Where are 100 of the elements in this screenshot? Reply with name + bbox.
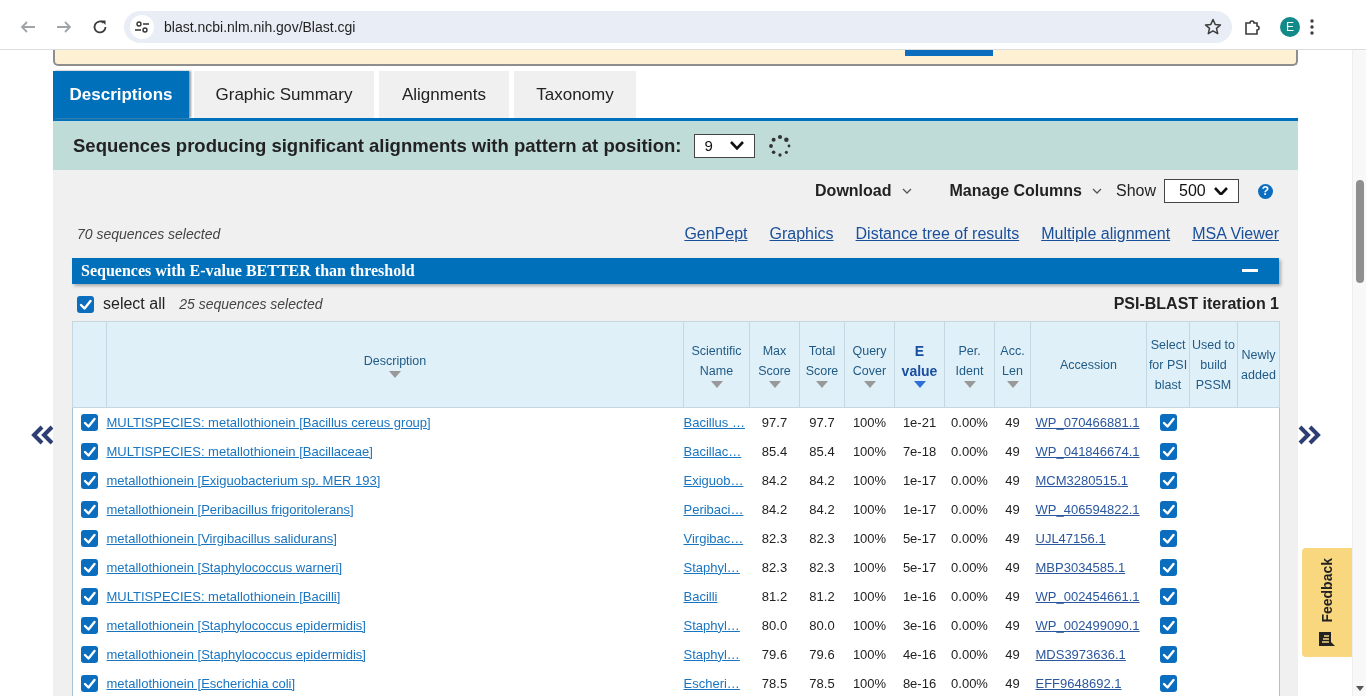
species-link[interactable]: Staphyl… bbox=[683, 617, 740, 633]
species-link[interactable]: Bacillus … bbox=[683, 414, 745, 430]
table-cell: 0.00% bbox=[951, 472, 988, 488]
puzzle-icon[interactable] bbox=[1244, 17, 1262, 36]
chevron-down-icon bbox=[729, 141, 744, 150]
tab[interactable]: Alignments bbox=[379, 71, 509, 118]
table-cell: 0.00% bbox=[951, 617, 988, 633]
accession-link[interactable]: WP_041846674.1 bbox=[1030, 443, 1147, 459]
feedback-button[interactable]: Feedback bbox=[1301, 548, 1353, 657]
column-header: Newly added bbox=[1237, 321, 1280, 408]
accession-link[interactable]: MCM3280515.1 bbox=[1030, 472, 1147, 488]
species-link[interactable]: Exiguob… bbox=[683, 472, 744, 488]
description-link[interactable]: metallothionein [Staphylococcus epidermidis] bbox=[106, 617, 366, 633]
checkbox[interactable] bbox=[81, 471, 99, 489]
checkbox[interactable] bbox=[81, 529, 99, 547]
site-settings-icon[interactable] bbox=[130, 14, 154, 39]
checkbox[interactable] bbox=[81, 500, 99, 518]
checkbox[interactable] bbox=[1159, 558, 1177, 576]
checkbox[interactable] bbox=[1159, 616, 1177, 634]
table-cell: 49 bbox=[1005, 675, 1020, 691]
column-header[interactable]: Total Score bbox=[799, 321, 845, 408]
species-link[interactable]: Virgibac… bbox=[683, 530, 744, 546]
checkbox[interactable] bbox=[81, 442, 99, 460]
species-link[interactable]: Bacillac… bbox=[683, 443, 742, 459]
link[interactable]: GenPept bbox=[684, 225, 748, 243]
description-link[interactable]: metallothionein [Escherichia coli] bbox=[106, 675, 296, 691]
checkbox[interactable] bbox=[81, 616, 99, 634]
table-cell: 49 bbox=[1005, 443, 1020, 459]
collapse-icon[interactable] bbox=[1242, 269, 1258, 273]
accession-link[interactable]: WP_070466881.1 bbox=[1030, 414, 1147, 430]
table-cell: 100% bbox=[852, 559, 887, 575]
description-link[interactable]: metallothionein [Staphylococcus warneri] bbox=[106, 559, 343, 575]
accession-link[interactable]: MDS3973636.1 bbox=[1030, 646, 1147, 662]
checkbox[interactable] bbox=[81, 413, 99, 431]
accession-link[interactable]: WP_002499090.1 bbox=[1030, 617, 1147, 633]
help-icon[interactable]: ? bbox=[1258, 183, 1273, 199]
checkbox[interactable] bbox=[1159, 645, 1177, 663]
link[interactable]: Multiple alignment bbox=[1041, 225, 1171, 243]
double-chevron-left-icon[interactable] bbox=[30, 424, 56, 446]
checkbox[interactable] bbox=[1159, 471, 1177, 489]
checkbox[interactable] bbox=[81, 587, 99, 605]
column-header[interactable]: Scientific Name bbox=[683, 321, 750, 408]
table-cell: 100% bbox=[852, 443, 887, 459]
table-cell: 49 bbox=[1005, 414, 1020, 430]
reload-icon[interactable] bbox=[92, 18, 108, 35]
checkbox[interactable] bbox=[1159, 500, 1177, 518]
accession-link[interactable]: WP_406594822.1 bbox=[1030, 501, 1147, 517]
checkbox[interactable] bbox=[81, 645, 99, 663]
link[interactable]: Distance tree of results bbox=[855, 225, 1020, 243]
show-label: Show bbox=[1115, 182, 1156, 200]
table-cell: 82.3 bbox=[761, 559, 788, 575]
column-header: Select for PSI blast bbox=[1146, 321, 1190, 408]
page-size-select[interactable]: 500 bbox=[1164, 179, 1239, 203]
download-menu[interactable]: Download bbox=[815, 182, 912, 200]
column-header[interactable]: Per. Ident bbox=[944, 321, 995, 408]
species-link[interactable]: Bacilli bbox=[683, 588, 718, 604]
description-link[interactable]: metallothionein [Peribacillus frigoritolerans] bbox=[106, 501, 354, 517]
column-header[interactable]: Description bbox=[106, 321, 684, 408]
feedback-icon bbox=[1319, 631, 1335, 646]
column-header[interactable]: Query Cover bbox=[844, 321, 895, 408]
accession-link[interactable]: MBP3034585.1 bbox=[1030, 559, 1147, 575]
column-header[interactable]: Max Score bbox=[749, 321, 800, 408]
tab[interactable]: Graphic Summary bbox=[194, 71, 374, 118]
description-link[interactable]: MULTISPECIES: metallothionein [Bacilli] bbox=[106, 588, 341, 604]
checkbox[interactable] bbox=[1159, 413, 1177, 431]
column-header[interactable]: E value bbox=[894, 321, 945, 408]
menu-icon[interactable] bbox=[1310, 18, 1314, 35]
table-cell: 85.4 bbox=[809, 443, 835, 459]
table-cell: 0.00% bbox=[951, 675, 988, 691]
description-link[interactable]: metallothionein [Exiguobacterium sp. MER 193] bbox=[106, 472, 381, 488]
checkbox[interactable] bbox=[81, 558, 99, 576]
accession-link[interactable]: EFF9648692.1 bbox=[1030, 675, 1147, 691]
species-link[interactable]: Staphyl… bbox=[683, 559, 740, 575]
checkbox[interactable] bbox=[77, 295, 94, 313]
double-chevron-right-icon[interactable] bbox=[1296, 424, 1322, 446]
species-link[interactable]: Peribaci… bbox=[683, 501, 744, 517]
checkbox[interactable] bbox=[1159, 442, 1177, 460]
tab[interactable]: Descriptions bbox=[53, 71, 189, 118]
checkbox[interactable] bbox=[1159, 587, 1177, 605]
species-link[interactable]: Staphyl… bbox=[683, 646, 740, 662]
checkbox[interactable] bbox=[81, 674, 99, 692]
description-link[interactable]: MULTISPECIES: metallothionein [Bacillus cereus group] bbox=[106, 414, 431, 430]
description-link[interactable]: metallothionein [Staphylococcus epidermidis] bbox=[106, 646, 366, 662]
species-link[interactable]: Escheri… bbox=[683, 675, 740, 691]
profile-avatar[interactable]: E bbox=[1280, 16, 1300, 37]
description-link[interactable]: metallothionein [Virgibacillus salidurans] bbox=[106, 530, 337, 546]
description-link[interactable]: MULTISPECIES: metallothionein [Bacillaceae] bbox=[106, 443, 373, 459]
table-cell: 81.2 bbox=[761, 588, 788, 604]
checkbox[interactable] bbox=[1159, 529, 1177, 547]
tab[interactable]: Taxonomy bbox=[514, 71, 636, 118]
iteration-label: PSI-BLAST iteration 1 bbox=[1113, 295, 1279, 313]
accession-link[interactable]: UJL47156.1 bbox=[1030, 530, 1147, 546]
accession-link[interactable]: WP_002454661.1 bbox=[1030, 588, 1147, 604]
position-select[interactable]: 9 bbox=[693, 133, 755, 158]
column-header[interactable]: Acc. Len bbox=[994, 321, 1031, 408]
checkbox[interactable] bbox=[1159, 674, 1177, 692]
link[interactable]: MSA Viewer bbox=[1192, 225, 1279, 243]
star-icon[interactable] bbox=[1204, 17, 1222, 36]
manage-columns-menu[interactable]: Manage Columns bbox=[949, 182, 1102, 200]
link[interactable]: Graphics bbox=[769, 225, 834, 243]
